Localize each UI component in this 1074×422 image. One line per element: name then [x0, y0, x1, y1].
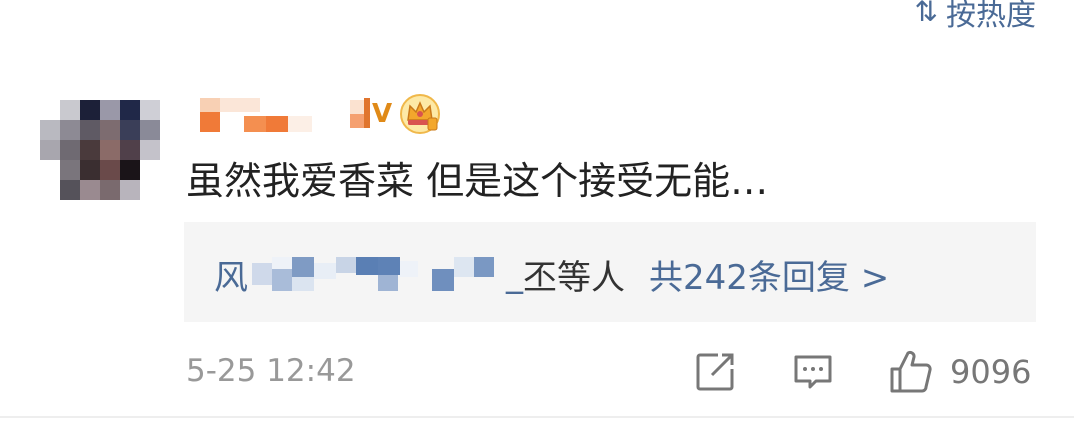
sort-icon: ⇅ — [914, 0, 938, 28]
reply-user-name-end[interactable]: _ — [506, 255, 523, 295]
comment-text: 虽然我爱香菜 但是这个接受无能… — [186, 159, 769, 203]
thumbs-up-icon[interactable] — [888, 349, 934, 395]
avatar[interactable] — [40, 100, 160, 200]
comment-footer: 5-25 12:42 9096 — [0, 345, 1074, 405]
reply-user-name-start[interactable]: 风 — [214, 250, 248, 299]
crown-vip-icon — [400, 94, 441, 134]
sort-label: 按热度 — [946, 0, 1036, 33]
username-suffix: V — [372, 99, 393, 129]
username-pixelated — [200, 92, 370, 136]
share-icon[interactable] — [694, 351, 736, 393]
like-count: 9096 — [950, 353, 1032, 391]
sort-by-popularity-button[interactable]: ⇅ 按热度 — [914, 0, 1036, 33]
username[interactable]: V — [200, 92, 441, 136]
reply-count-link[interactable]: 共242条回复 > — [649, 250, 889, 299]
comment-timestamp: 5-25 12:42 — [186, 353, 356, 389]
divider — [0, 416, 1074, 418]
reply-others-text: 丕等人 — [523, 258, 625, 298]
replies-preview[interactable]: 风 _ 丕等人 共242条回复 > — [184, 222, 1036, 322]
reply-user-name-pixelated — [252, 253, 502, 297]
comment-icon[interactable] — [792, 351, 834, 393]
